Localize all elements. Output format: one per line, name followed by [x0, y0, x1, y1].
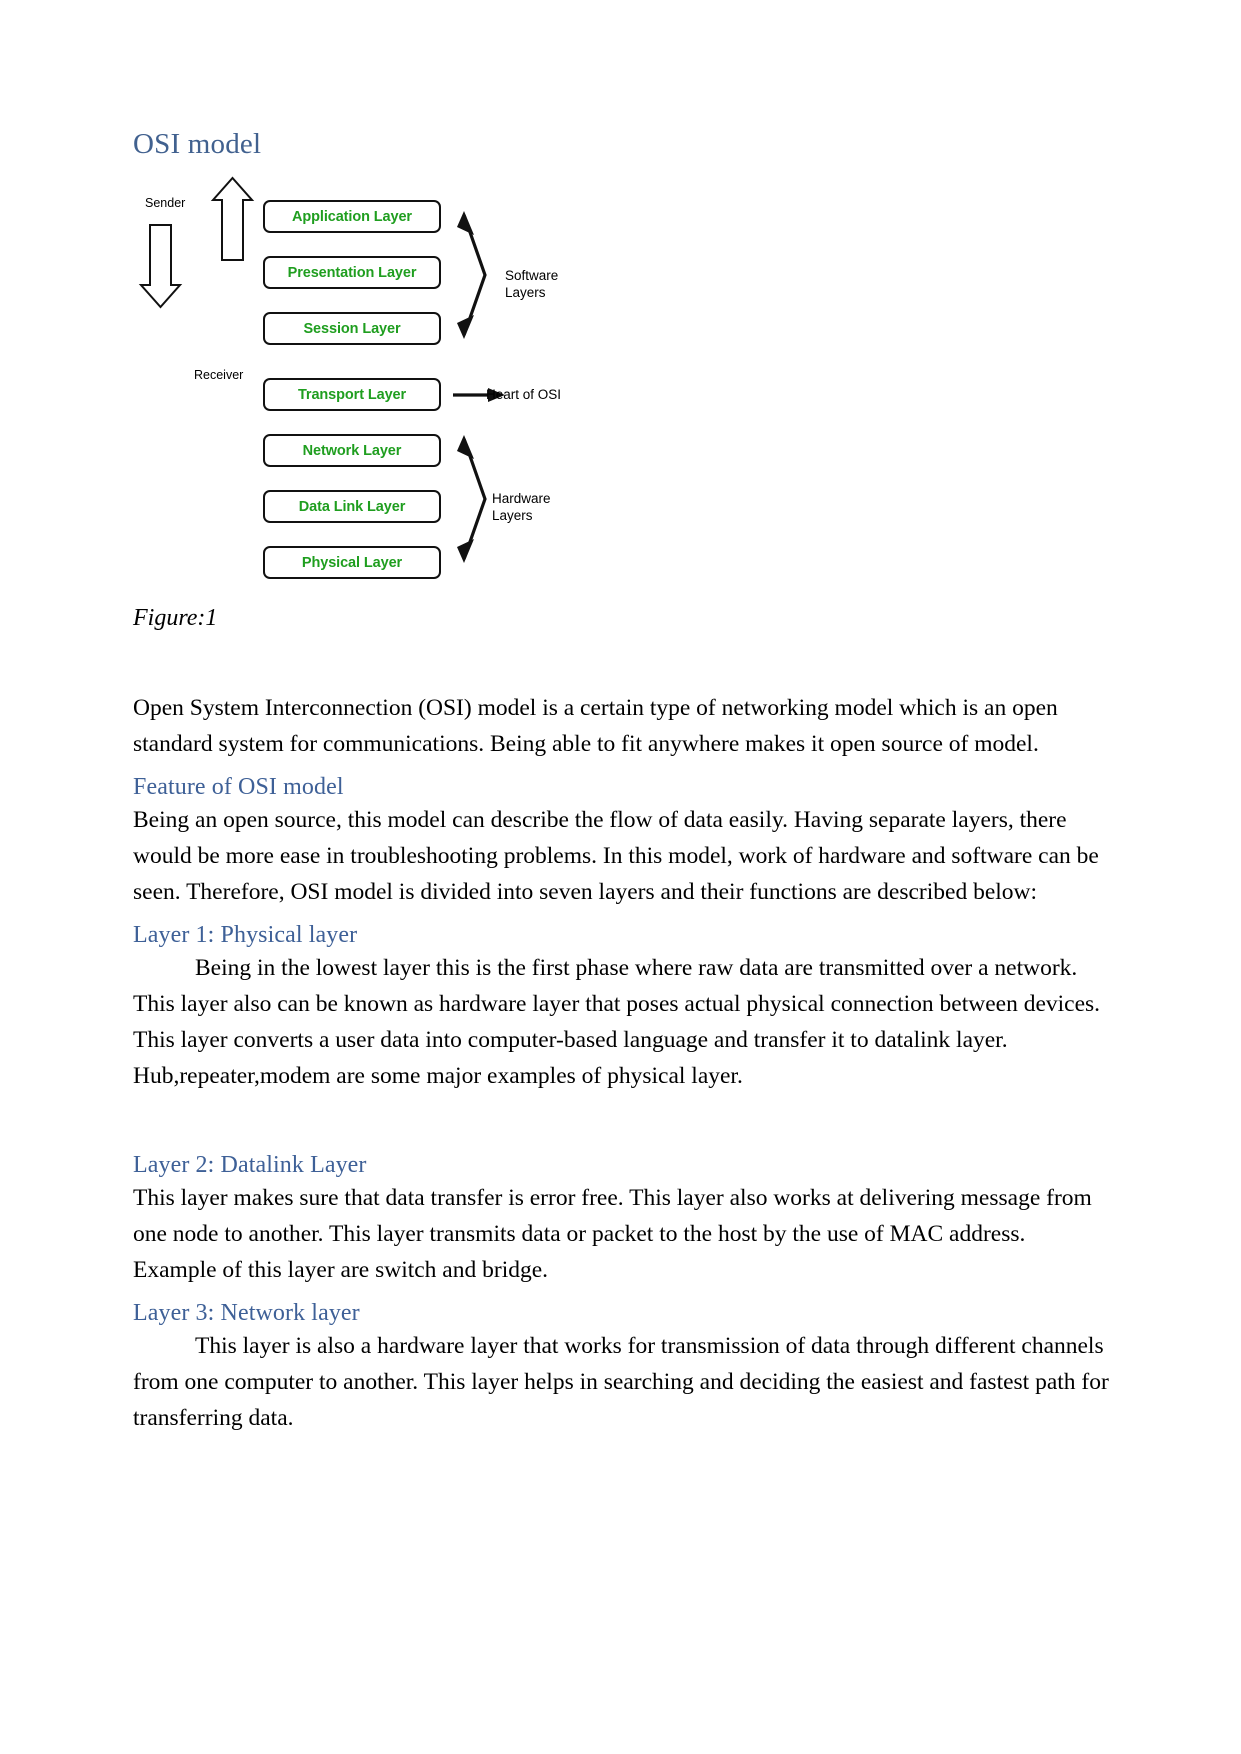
hardware-layers-label: Hardware Layers	[492, 491, 551, 523]
paragraph-layer-3-text: This layer is also a hardware layer that…	[133, 1333, 1109, 1431]
heart-of-osi-label: Heart of OSI	[486, 387, 562, 402]
layer-box-datalink: Data Link Layer	[263, 490, 441, 523]
paragraph-layer-1-text: Being in the lowest layer this is the fi…	[133, 955, 1101, 1089]
osi-model-diagram: Sender Receiver Application Layer Presen…	[133, 167, 1111, 585]
layer-label-transport: Transport Layer	[297, 386, 407, 403]
layer-box-presentation: Presentation Layer	[263, 256, 441, 289]
heading-layer-3-network: Layer 3: Network layer	[133, 1300, 360, 1326]
paragraph-layer-3-network: This layer is also a hardware layer that…	[133, 1328, 1111, 1436]
figure-caption: Figure:1	[133, 605, 218, 631]
software-layers-label: Software Layers	[505, 268, 559, 300]
receiver-arrow-icon	[210, 176, 255, 261]
layer-label-presentation: Presentation Layer	[287, 264, 417, 281]
layer-label-application: Application Layer	[292, 208, 412, 225]
hardware-layers-brace-arrow-icon	[457, 435, 487, 563]
layer-box-physical: Physical Layer	[263, 546, 441, 579]
paragraph-layer-1-physical: Being in the lowest layer this is the fi…	[133, 950, 1111, 1094]
heading-layer-1-physical: Layer 1: Physical layer	[133, 922, 358, 948]
intro-paragraph: Open System Interconnection (OSI) model …	[133, 695, 1058, 757]
layer-label-network: Network Layer	[302, 442, 402, 459]
paragraph-feature-of-osi-model: Being an open source, this model can des…	[133, 807, 1099, 905]
heading-feature-of-osi-model: Feature of OSI model	[133, 774, 344, 800]
document-content: OSI model Sender Receiver Application La…	[133, 128, 1111, 1436]
software-layers-brace-arrow-icon	[457, 211, 487, 339]
receiver-label: Receiver	[194, 368, 244, 382]
layer-label-physical: Physical Layer	[301, 554, 403, 571]
layer-box-application: Application Layer	[263, 200, 441, 233]
document-page: OSI model Sender Receiver Application La…	[0, 0, 1241, 1754]
sender-arrow-icon	[138, 224, 183, 309]
sender-label: Sender	[145, 196, 186, 210]
layer-box-network: Network Layer	[263, 434, 441, 467]
paragraph-layer-2-datalink: This layer makes sure that data transfer…	[133, 1185, 1092, 1283]
layer-label-datalink: Data Link Layer	[298, 498, 406, 515]
layer-box-session: Session Layer	[263, 312, 441, 345]
layer-label-session: Session Layer	[303, 320, 401, 337]
page-title: OSI model	[133, 128, 262, 160]
layer-box-transport: Transport Layer	[263, 378, 441, 411]
heading-layer-2-datalink: Layer 2: Datalink Layer	[133, 1152, 367, 1178]
